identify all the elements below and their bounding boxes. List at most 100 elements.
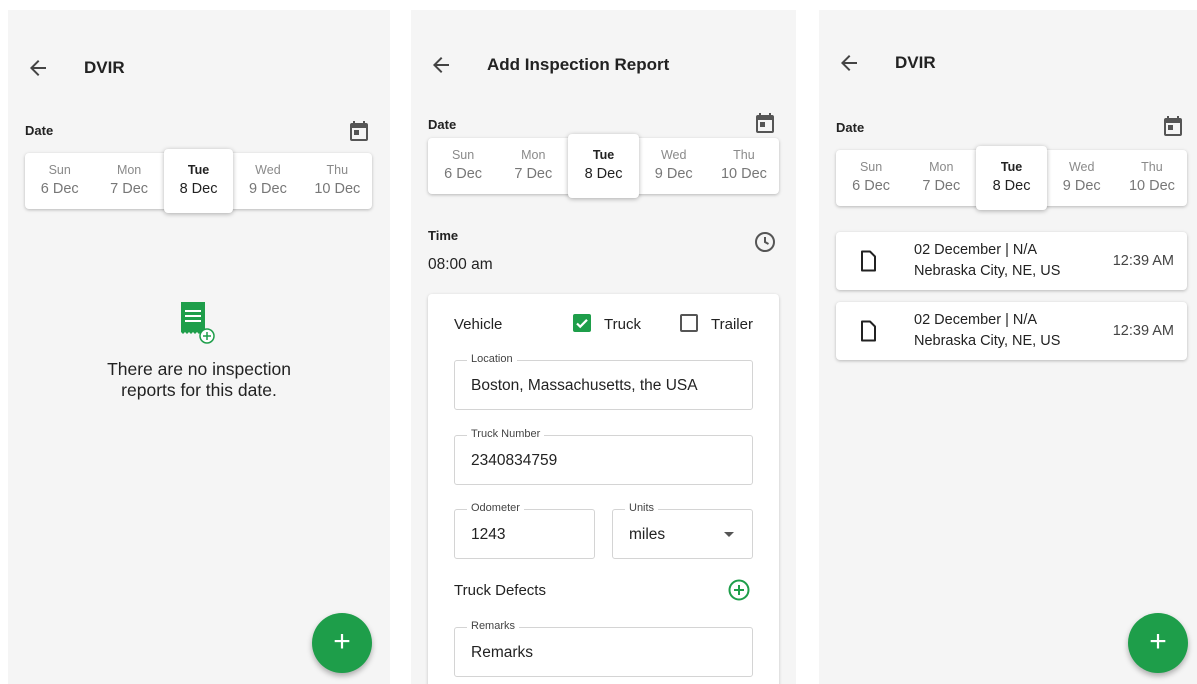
dropdown-arrow-icon bbox=[724, 532, 734, 537]
empty-state-line: reports for this date. bbox=[121, 380, 277, 400]
field-label: Odometer bbox=[467, 502, 524, 514]
date-label: Date bbox=[836, 120, 865, 135]
file-icon bbox=[861, 320, 876, 342]
app-bar: Add Inspection Report bbox=[411, 53, 796, 93]
day-thu[interactable]: Thu 10 Dec bbox=[303, 153, 372, 209]
day-name: Thu bbox=[733, 148, 755, 162]
day-tue-selected[interactable]: Tue 8 Dec bbox=[163, 149, 234, 213]
calendar-icon[interactable] bbox=[753, 111, 777, 135]
trailer-checkbox[interactable] bbox=[680, 314, 698, 332]
day-date: 6 Dec bbox=[444, 166, 483, 182]
report-time: 12:39 AM bbox=[1112, 323, 1174, 339]
date-selector: Sun 6 Dec Mon 7 Dec Tue 8 Dec Wed 9 Dec Thu 1… bbox=[836, 146, 1187, 210]
day-wed[interactable]: Wed 9 Dec bbox=[639, 138, 709, 194]
report-title: 02 December | N/A bbox=[914, 312, 1038, 328]
day-name: Thu bbox=[1141, 160, 1163, 174]
units-select[interactable]: Units miles bbox=[612, 502, 753, 559]
calendar-icon[interactable] bbox=[1161, 114, 1185, 138]
field-label: Units bbox=[625, 502, 659, 514]
app-bar: DVIR bbox=[8, 56, 390, 96]
date-selector: Sun 6 Dec Mon 7 Dec Tue 8 Dec Wed 9 Dec Thu 1… bbox=[25, 149, 372, 213]
day-sun[interactable]: Sun 6 Dec bbox=[836, 150, 906, 206]
day-sun[interactable]: Sun 6 Dec bbox=[428, 138, 498, 194]
day-name: Tue bbox=[187, 163, 210, 177]
day-name: Wed bbox=[1068, 160, 1095, 174]
field-placeholder: Remarks bbox=[471, 644, 534, 661]
app-bar: DVIR bbox=[819, 51, 1197, 91]
page-title: DVIR bbox=[84, 58, 125, 77]
day-name: Sun bbox=[859, 160, 883, 174]
field-label: Remarks bbox=[467, 620, 520, 632]
day-name: Thu bbox=[326, 163, 349, 177]
day-name: Sun bbox=[48, 163, 71, 177]
day-thu[interactable]: Thu 10 Dec bbox=[1117, 150, 1187, 206]
day-date: 10 Dec bbox=[1128, 178, 1175, 194]
day-date: 10 Dec bbox=[314, 181, 361, 197]
report-list-item[interactable]: 02 December | N/A Nebraska City, NE, US … bbox=[836, 232, 1187, 290]
day-date: 10 Dec bbox=[720, 166, 767, 182]
trailer-checkbox-label[interactable]: Trailer bbox=[711, 316, 753, 333]
day-tue-selected[interactable]: Tue 8 Dec bbox=[976, 146, 1047, 210]
report-title: 02 December | N/A bbox=[914, 242, 1038, 258]
day-name: Mon bbox=[521, 148, 546, 162]
day-date: 6 Dec bbox=[40, 181, 79, 197]
field-value: 2340834759 bbox=[471, 452, 558, 469]
back-arrow-icon[interactable] bbox=[837, 51, 861, 75]
field-label: Location bbox=[467, 353, 517, 365]
day-name: Wed bbox=[660, 148, 687, 162]
clock-icon[interactable] bbox=[753, 230, 777, 254]
day-date: 9 Dec bbox=[1062, 178, 1101, 194]
day-tue-selected[interactable]: Tue 8 Dec bbox=[568, 134, 639, 198]
page-title: DVIR bbox=[895, 53, 936, 72]
day-date: 9 Dec bbox=[248, 181, 287, 197]
day-name: Tue bbox=[1000, 160, 1023, 174]
file-icon bbox=[861, 250, 876, 272]
day-date: 6 Dec bbox=[852, 178, 891, 194]
day-name: Wed bbox=[255, 163, 281, 177]
truck-number-field[interactable]: Truck Number 2340834759 bbox=[454, 428, 753, 485]
report-location: Nebraska City, NE, US bbox=[914, 263, 1061, 279]
report-form-card: Vehicle Truck Trailer Location Boston, M… bbox=[428, 294, 779, 684]
day-date: 8 Dec bbox=[992, 178, 1031, 194]
add-defect-icon[interactable] bbox=[727, 578, 751, 602]
day-wed[interactable]: Wed 9 Dec bbox=[1047, 150, 1117, 206]
odometer-field[interactable]: Odometer 1243 bbox=[454, 502, 595, 559]
day-date: 7 Dec bbox=[922, 178, 961, 194]
day-mon[interactable]: Mon 7 Dec bbox=[906, 150, 976, 206]
day-date: 7 Dec bbox=[514, 166, 553, 182]
truck-defects-label: Truck Defects bbox=[454, 582, 546, 599]
page-title: Add Inspection Report bbox=[487, 55, 670, 74]
day-name: Mon bbox=[116, 163, 142, 177]
day-name: Sun bbox=[451, 148, 475, 162]
day-name: Mon bbox=[929, 160, 954, 174]
time-label: Time bbox=[428, 228, 459, 243]
remarks-field[interactable]: Remarks Remarks bbox=[454, 620, 753, 677]
date-label: Date bbox=[25, 123, 54, 138]
field-value: Boston, Massachusetts, the USA bbox=[471, 377, 698, 394]
field-value: miles bbox=[629, 526, 666, 543]
calendar-icon[interactable] bbox=[347, 119, 371, 143]
day-mon[interactable]: Mon 7 Dec bbox=[94, 153, 163, 209]
day-mon[interactable]: Mon 7 Dec bbox=[498, 138, 568, 194]
truck-checkbox[interactable] bbox=[573, 314, 591, 332]
back-arrow-icon[interactable] bbox=[429, 53, 453, 77]
day-thu[interactable]: Thu 10 Dec bbox=[709, 138, 779, 194]
location-field[interactable]: Location Boston, Massachusetts, the USA bbox=[454, 353, 753, 410]
report-list-item[interactable]: 02 December | N/A Nebraska City, NE, US … bbox=[836, 302, 1187, 360]
add-report-fab[interactable]: + bbox=[312, 613, 372, 673]
field-value: 1243 bbox=[471, 526, 506, 543]
report-time: 12:39 AM bbox=[1112, 253, 1174, 269]
vehicle-label: Vehicle bbox=[454, 316, 503, 333]
empty-state-message: There are no inspection reports for this… bbox=[8, 359, 390, 401]
add-report-fab[interactable]: + bbox=[1128, 613, 1188, 673]
date-selector: Sun 6 Dec Mon 7 Dec Tue 8 Dec Wed 9 Dec Thu 1… bbox=[428, 134, 779, 198]
field-label: Truck Number bbox=[467, 428, 545, 440]
day-sun[interactable]: Sun 6 Dec bbox=[25, 153, 94, 209]
truck-checkbox-label[interactable]: Truck bbox=[604, 316, 641, 333]
back-arrow-icon[interactable] bbox=[26, 56, 50, 80]
empty-state-line: There are no inspection bbox=[107, 359, 291, 379]
report-location: Nebraska City, NE, US bbox=[914, 333, 1061, 349]
day-wed[interactable]: Wed 9 Dec bbox=[233, 153, 302, 209]
time-value[interactable]: 08:00 am bbox=[428, 256, 493, 274]
dvir-empty-screen: DVIR Date Sun 6 Dec Mon 7 Dec Tue 8 Dec Wed… bbox=[8, 10, 390, 684]
